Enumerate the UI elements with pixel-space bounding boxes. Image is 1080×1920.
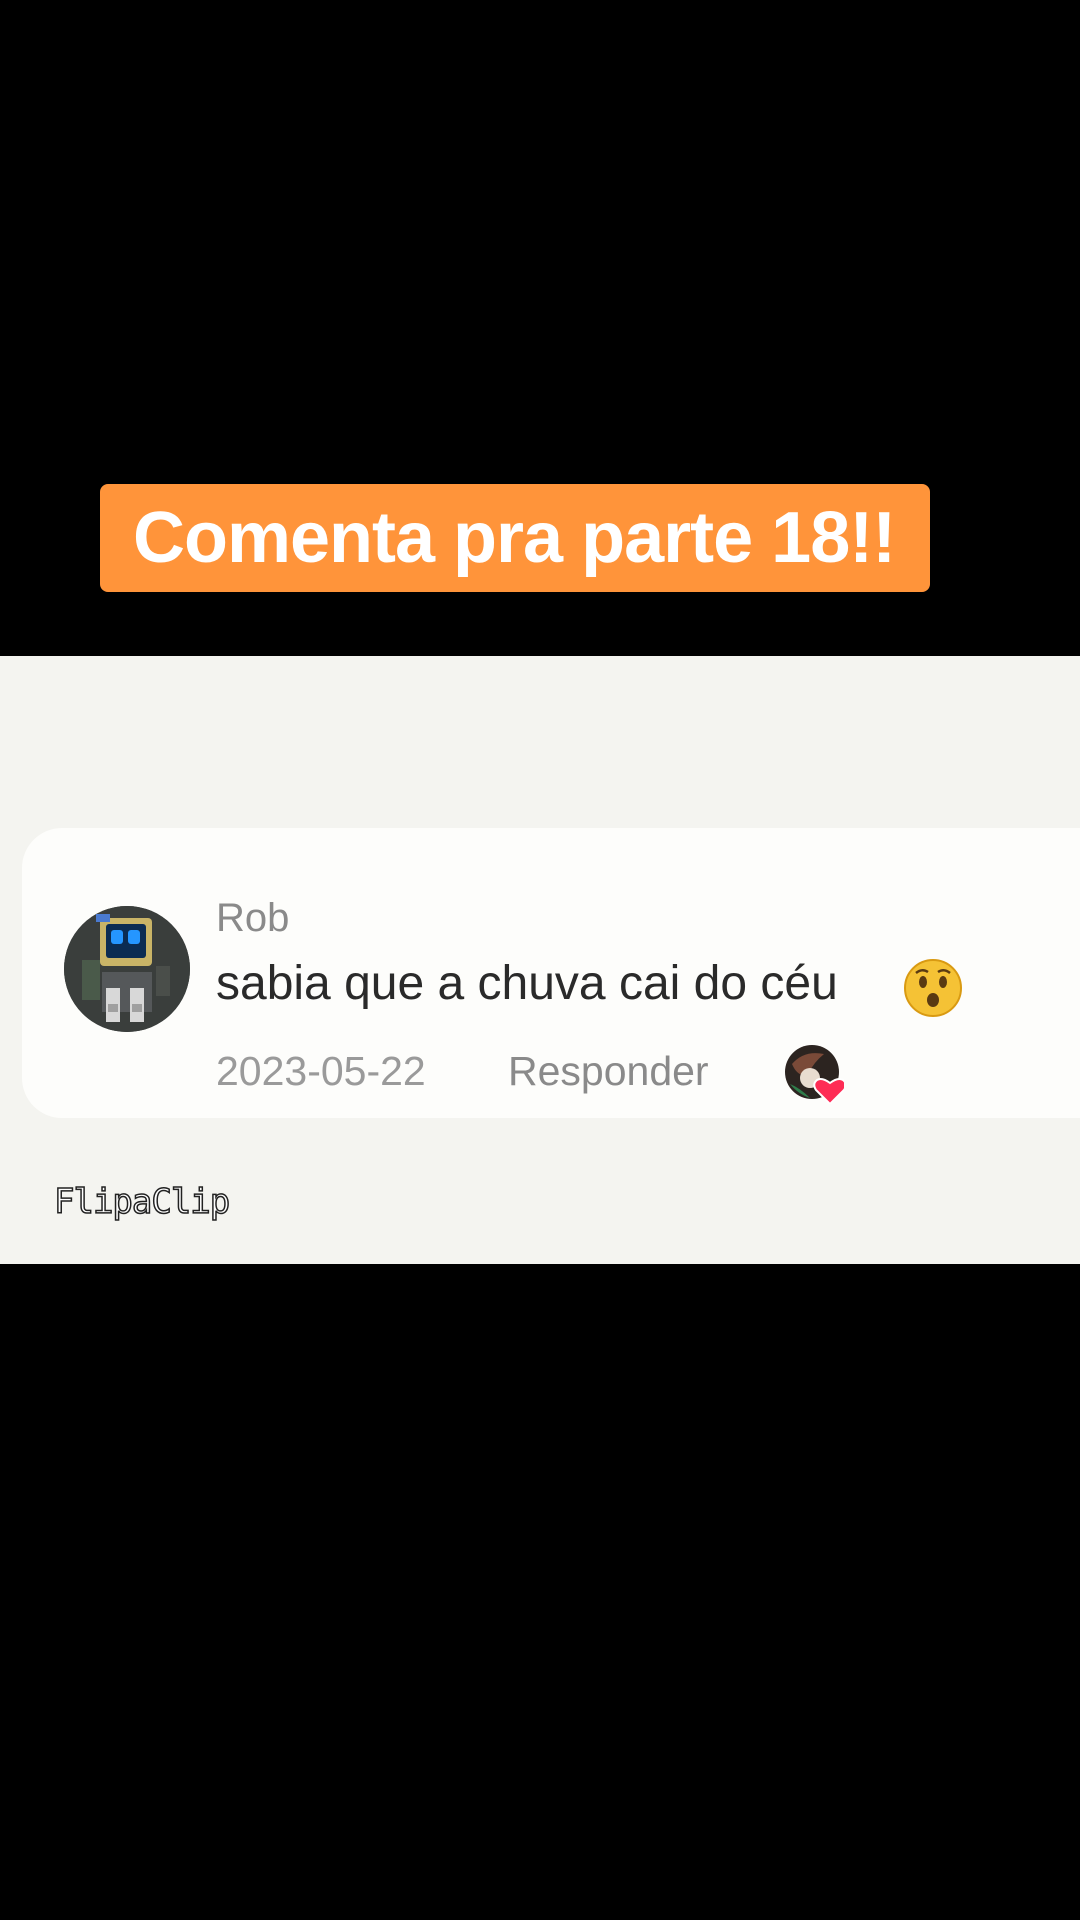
caption-text: Comenta pra parte 18!! <box>133 498 896 578</box>
comment-date: 2023-05-22 <box>216 1048 426 1094</box>
flipaclip-watermark: FlipaClip <box>53 1181 231 1223</box>
user-avatar[interactable] <box>64 906 190 1032</box>
robot-avatar-icon <box>64 906 190 1032</box>
reply-button[interactable]: Responder <box>508 1048 709 1095</box>
hushed-face-icon <box>903 958 963 1018</box>
comment-text: sabia que a chuva cai do céu <box>216 957 838 1010</box>
comment-username[interactable]: Rob <box>216 896 289 941</box>
creator-liked-heart-icon <box>784 1044 847 1106</box>
comment-screenshot: Rob sabia que a chuva cai do céu 2023-05… <box>0 656 1080 1264</box>
caption-banner: Comenta pra parte 18!! <box>100 484 930 592</box>
